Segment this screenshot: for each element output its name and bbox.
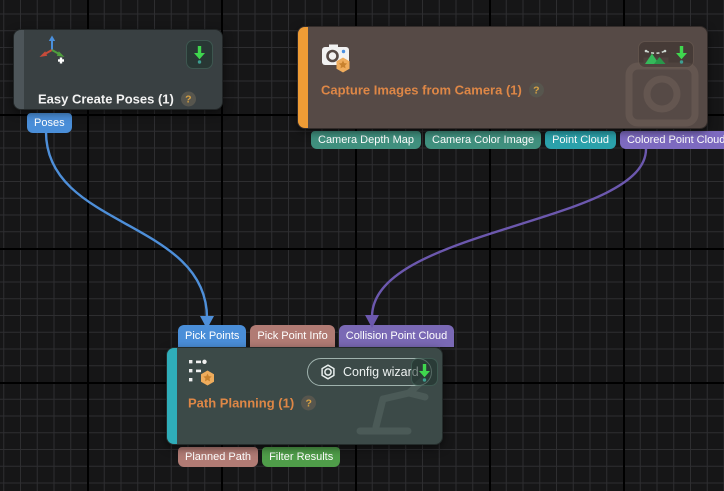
virtual-mode-mountain-icon [644, 44, 667, 65]
output-port-poses[interactable]: Poses [27, 113, 72, 133]
node-path-planning[interactable]: Path Planning (1) ? Config wizard [166, 347, 443, 445]
node-accent-bar [14, 30, 24, 109]
node-capture-images-from-camera[interactable]: Capture Images from Camera (1) ? [297, 26, 708, 129]
camera-star-icon [321, 39, 353, 78]
output-port-camera-color-image[interactable]: Camera Color Image [425, 131, 541, 149]
node-accent-bar [167, 348, 177, 444]
output-port-planned-path[interactable]: Planned Path [178, 447, 258, 467]
graph-canvas[interactable]: Easy Create Poses (1) ? Poses [0, 0, 724, 491]
run-step-button[interactable] [411, 358, 438, 386]
node-easy-create-poses[interactable]: Easy Create Poses (1) ? [13, 29, 223, 110]
pose-axes-icon [38, 35, 66, 70]
waypoints-star-icon [187, 357, 217, 392]
help-icon[interactable]: ? [301, 396, 316, 411]
output-port-point-cloud[interactable]: Point Cloud [545, 131, 616, 149]
output-port-filter-results[interactable]: Filter Results [262, 447, 340, 467]
input-port-collision-point-cloud[interactable]: Collision Point Cloud [339, 325, 455, 347]
output-port-camera-depth-map[interactable]: Camera Depth Map [311, 131, 421, 149]
download-arrow-icon [675, 45, 688, 64]
gear-icon [320, 364, 336, 380]
node-title: Capture Images from Camera (1) [321, 83, 522, 98]
node-title: Path Planning (1) [188, 396, 294, 411]
input-port-pick-points[interactable]: Pick Points [178, 325, 246, 347]
input-port-pick-point-info[interactable]: Pick Point Info [250, 325, 334, 347]
node-accent-bar [298, 27, 308, 128]
help-icon[interactable]: ? [181, 92, 196, 107]
connection-poses-to-pick-points[interactable] [46, 132, 207, 318]
download-arrow-icon [193, 45, 206, 64]
help-icon[interactable]: ? [529, 83, 544, 98]
run-step-button[interactable] [186, 40, 213, 69]
download-arrow-icon [418, 363, 431, 382]
node-toolbar[interactable] [638, 41, 694, 68]
connection-coloredpc-to-collisionpc[interactable] [372, 149, 646, 317]
config-wizard-label: Config wizard [343, 365, 419, 379]
node-title: Easy Create Poses (1) [38, 92, 174, 107]
output-port-colored-point-cloud[interactable]: Colored Point Cloud [620, 131, 724, 149]
